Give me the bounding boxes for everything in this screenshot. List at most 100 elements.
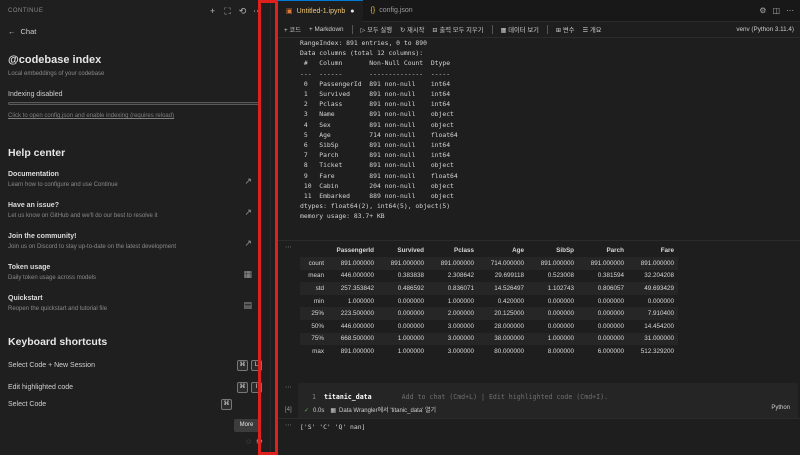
- output-line: 7 Parch 891 non-null int64: [300, 151, 458, 160]
- table-cell: 20.125000: [494, 310, 524, 318]
- line-number: 1: [312, 393, 316, 401]
- keyboard-shortcuts-title: Keyboard shortcuts: [8, 336, 108, 348]
- chat-back-link[interactable]: ← Chat: [0, 22, 270, 40]
- variables-button[interactable]: ⊞ 변수: [556, 25, 575, 34]
- table-cell: 446.000000: [340, 322, 374, 330]
- plus-icon[interactable]: +: [208, 6, 217, 16]
- table-cell: 1.000000: [347, 297, 374, 305]
- index-subtitle: Local embeddings of your codebase: [8, 71, 105, 77]
- output-more-icon[interactable]: ⋯: [285, 421, 292, 429]
- table-cell: 0.000000: [597, 322, 624, 330]
- table-row: std 257.353842 0.486592 0.836071 14.526497 1.…: [300, 282, 678, 295]
- table-cell: 1.000000: [397, 347, 424, 355]
- help-item-issue[interactable]: Have an issue? Let us know on GitHub and…: [8, 202, 262, 233]
- tab-untitled-notebook[interactable]: ▣ Untitled-1.ipynb ●: [278, 0, 363, 22]
- help-center-title: Help center: [8, 147, 66, 159]
- table-row: max 891.000000 1.000000 3.000000 80.000000 8.…: [300, 345, 678, 358]
- table-cell: 0.000000: [647, 297, 674, 305]
- table-cell: 0.000000: [397, 310, 424, 318]
- table-cell: 891.000000: [340, 259, 374, 267]
- output-line: memory usage: 83.7+ KB: [300, 212, 385, 221]
- output-line: 4 Sex 891 non-null object: [300, 120, 458, 129]
- column-header: Parch: [606, 247, 624, 254]
- help-item-desc: Daily token usage across models: [8, 275, 97, 281]
- row-label: 75%: [311, 335, 324, 343]
- table-cell: 0.000000: [597, 310, 624, 318]
- split-editor-icon[interactable]: ◫: [772, 6, 780, 15]
- table-cell: 891.000000: [440, 259, 474, 267]
- table-cell: 0.486592: [397, 284, 424, 292]
- restart-button[interactable]: ↻ 재시작: [400, 25, 424, 34]
- cell-status: ✓ 0.0s ▦ Data Wrangler에서 'titanic_data' 열기: [304, 405, 436, 414]
- more-icon[interactable]: ⋯: [786, 6, 794, 15]
- table-cell: 0.000000: [547, 322, 574, 330]
- toolbar-separator: [546, 25, 548, 34]
- info-icon[interactable]: ◌: [246, 437, 251, 446]
- clear-outputs-button[interactable]: ⊟ 출력 모두 지우기: [432, 25, 483, 34]
- exec-time: 0.0s: [313, 408, 325, 414]
- table-cell: 31.000000: [644, 335, 674, 343]
- run-all-button[interactable]: ▷ 모두 실행: [361, 25, 393, 34]
- table-cell: 14.454200: [644, 322, 674, 330]
- shortcut-row: Select Code + New Session ⌘ L: [8, 354, 262, 376]
- table-body: count 891.000000 891.000000 891.000000 714.0…: [300, 257, 678, 358]
- kernel-selector[interactable]: venv (Python 3.11.4): [736, 26, 794, 33]
- help-item-title: Token usage: [8, 264, 51, 271]
- output-line: 9 Fare 891 non-null float64: [300, 171, 458, 180]
- expand-icon[interactable]: ⛶: [223, 6, 232, 17]
- table-cell: 32.204208: [644, 272, 674, 280]
- table-cell: 0.000000: [547, 310, 574, 318]
- table-cell: 257.353842: [340, 284, 374, 292]
- column-header: Fare: [660, 247, 674, 254]
- output-line: 0 PassengerId 891 non-null int64: [300, 79, 458, 88]
- outline-button[interactable]: ☰ 개요: [583, 25, 602, 34]
- help-item-documentation[interactable]: Documentation Learn how to configure and…: [8, 171, 262, 202]
- cell-separator: [278, 418, 800, 419]
- code-text: titanic_data: [323, 393, 372, 401]
- output-line: 11 Embarked 889 non-null object: [300, 192, 458, 201]
- add-code-button[interactable]: + 코드: [284, 25, 301, 34]
- output-line: Data columns (total 12 columns):: [300, 49, 424, 58]
- shortcut-label: Select Code: [8, 400, 47, 408]
- enable-indexing-link[interactable]: Click to open config.json and enable ind…: [8, 113, 262, 119]
- help-item-quickstart[interactable]: Quickstart Reopen the quickstart and tut…: [8, 295, 262, 326]
- table-cell: 29.699118: [494, 272, 524, 280]
- gear-icon[interactable]: ⚙: [759, 6, 766, 15]
- table-icon: ▦: [243, 269, 252, 279]
- help-item-desc: Join us on Discord to stay up-to-date on…: [8, 244, 177, 250]
- external-link-icon: ↗: [244, 176, 252, 186]
- tab-config-json[interactable]: {} config.json: [363, 0, 421, 22]
- add-markdown-button[interactable]: + Markdown: [309, 26, 343, 33]
- describe-table: PassengerId Survived Pclass Age SibSp Parch Fa…: [300, 244, 678, 358]
- table-cell: 0.000000: [547, 297, 574, 305]
- key-cap: ⌘: [221, 398, 232, 410]
- table-cell: 0.000000: [397, 322, 424, 330]
- table-cell: 668.500000: [340, 335, 374, 343]
- table-cell: 2.308642: [447, 272, 474, 280]
- view-data-button[interactable]: ▦ 데이터 보기: [501, 25, 539, 34]
- help-section: Help center Documentation Learn how to c…: [0, 147, 270, 410]
- output-more-icon[interactable]: ⋯: [285, 383, 292, 391]
- table-cell: 1.000000: [547, 335, 574, 343]
- data-wrangler-link[interactable]: Data Wrangler에서 'titanic_data' 열기: [339, 408, 436, 414]
- shortcut-label: Edit highlighted code: [8, 383, 73, 391]
- toolbar-separator: [491, 25, 493, 34]
- help-item-token-usage[interactable]: Token usage Daily token usage across mod…: [8, 264, 262, 295]
- history-icon[interactable]: ⟲: [238, 6, 247, 17]
- row-label: std: [315, 284, 324, 292]
- table-cell: 0.381594: [597, 272, 624, 280]
- table-icon: ▦: [330, 408, 337, 414]
- notebook-toolbar: + 코드 + Markdown ▷ 모두 실행 ↻ 재시작 ⊟ 출력 모두 지우…: [278, 22, 800, 38]
- index-title: @codebase index: [8, 54, 102, 66]
- cell-language[interactable]: Python: [771, 405, 790, 411]
- output-more-icon[interactable]: ⋯: [285, 243, 292, 251]
- table-cell: 3.000000: [447, 335, 474, 343]
- shortcut-label: Select Code + New Session: [8, 361, 95, 369]
- output-line: 10 Cabin 204 non-null object: [300, 181, 458, 190]
- column-header: PassengerId: [336, 247, 374, 254]
- help-item-community[interactable]: Join the community! Join us on Discord t…: [8, 233, 262, 264]
- table-cell: 2.000000: [447, 310, 474, 318]
- help-item-title: Join the community!: [8, 233, 77, 240]
- table-row: 25% 223.500000 0.000000 2.000000 20.125000 0.…: [300, 307, 678, 320]
- external-link-icon: ↗: [244, 238, 252, 248]
